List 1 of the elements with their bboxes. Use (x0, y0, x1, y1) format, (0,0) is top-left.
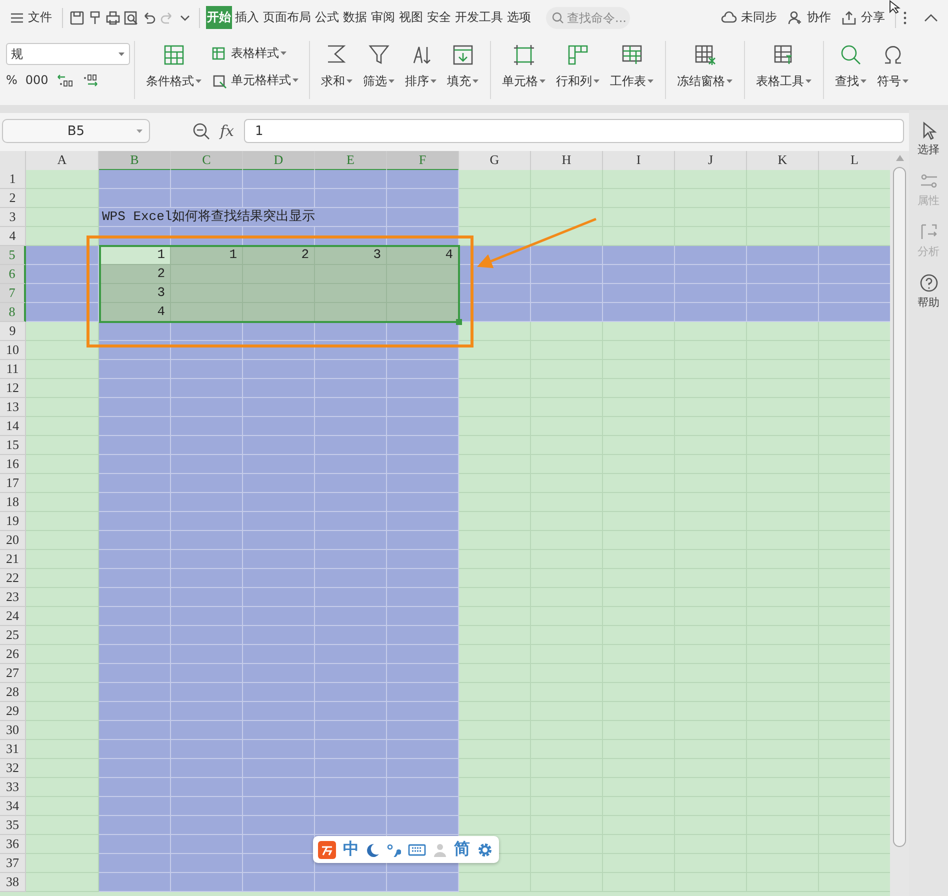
cell-text: WPS Excel如何将查找结果突出显示 (102, 209, 316, 224)
